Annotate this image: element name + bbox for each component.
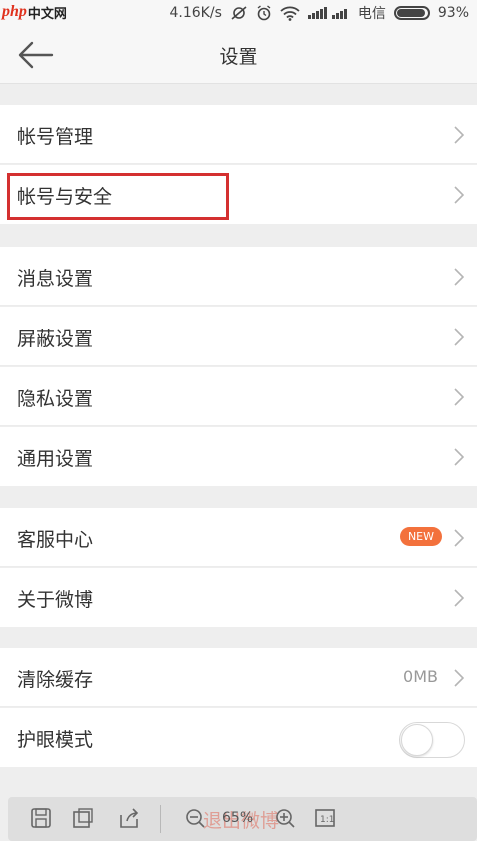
- battery-icon: [393, 6, 430, 20]
- row-label: 清除缓存: [17, 669, 94, 691]
- zoom-in-icon[interactable]: [274, 807, 296, 829]
- chevron-right-icon: [454, 448, 464, 466]
- row-eye-care: 护眼模式: [0, 708, 477, 767]
- divider: [0, 163, 477, 164]
- row-general-settings[interactable]: 通用设置: [0, 427, 477, 486]
- site-logo: php 中文网: [2, 2, 67, 22]
- network-speed: 4.16K/s: [169, 5, 222, 21]
- share-icon[interactable]: [118, 807, 140, 829]
- row-about-weibo[interactable]: 关于微博: [0, 568, 477, 627]
- logo-php-text: php: [2, 3, 27, 20]
- chevron-right-icon: [454, 669, 464, 687]
- row-label: 屏蔽设置: [17, 328, 94, 350]
- eye-care-toggle[interactable]: [399, 722, 465, 758]
- divider: [0, 425, 477, 426]
- new-badge: NEW: [399, 527, 442, 546]
- chevron-right-icon: [454, 589, 464, 607]
- cache-size: 0MB: [403, 667, 438, 686]
- row-label: 关于微博: [17, 589, 94, 611]
- row-customer-service[interactable]: 客服中心 NEW: [0, 508, 477, 567]
- row-label: 帐号与安全: [17, 186, 113, 208]
- carrier-name: 电信: [357, 6, 386, 22]
- row-label: 通用设置: [17, 448, 94, 470]
- toolbar-divider: [160, 805, 161, 833]
- row-label: 客服中心: [17, 529, 94, 551]
- alarm-icon: [256, 5, 272, 21]
- divider: [0, 706, 477, 707]
- row-label: 消息设置: [17, 268, 94, 290]
- chevron-right-icon: [454, 186, 464, 204]
- svg-text:1:1: 1:1: [320, 815, 334, 825]
- row-label: 帐号管理: [17, 126, 94, 148]
- crop-icon[interactable]: [72, 807, 94, 829]
- row-privacy-settings[interactable]: 隐私设置: [0, 367, 477, 426]
- zoom-out-icon[interactable]: [184, 807, 206, 829]
- row-clear-cache[interactable]: 清除缓存 0MB: [0, 648, 477, 707]
- status-bar: php 中文网 4.16K/s 电信 93%: [0, 0, 477, 26]
- actual-size-icon[interactable]: 1:1: [314, 807, 336, 829]
- row-block-settings[interactable]: 屏蔽设置: [0, 307, 477, 366]
- row-label: 护眼模式: [17, 729, 94, 751]
- chevron-right-icon: [454, 328, 464, 346]
- wifi-icon: [280, 6, 300, 21]
- divider: [0, 566, 477, 567]
- floating-toolbar: 退出微博 65% 1:1: [8, 797, 477, 841]
- divider: [0, 365, 477, 366]
- page-title: 设置: [219, 46, 258, 68]
- battery-level: 93%: [437, 5, 469, 21]
- zoom-level: 65%: [222, 810, 254, 826]
- row-account-security[interactable]: 帐号与安全: [0, 165, 477, 224]
- chevron-right-icon: [454, 126, 464, 144]
- save-icon[interactable]: [30, 807, 52, 829]
- chevron-right-icon: [454, 268, 464, 286]
- divider: [0, 305, 477, 306]
- chevron-right-icon: [454, 529, 464, 547]
- row-label: 隐私设置: [17, 388, 94, 410]
- sync-off-icon: [230, 5, 248, 21]
- toggle-knob: [401, 724, 433, 756]
- nav-bar: 设置: [0, 26, 477, 84]
- row-message-settings[interactable]: 消息设置: [0, 247, 477, 306]
- signal-icon: [307, 6, 350, 20]
- logo-cn-text: 中文网: [27, 6, 67, 22]
- chevron-right-icon: [454, 388, 464, 406]
- row-account-manage[interactable]: 帐号管理: [0, 105, 477, 164]
